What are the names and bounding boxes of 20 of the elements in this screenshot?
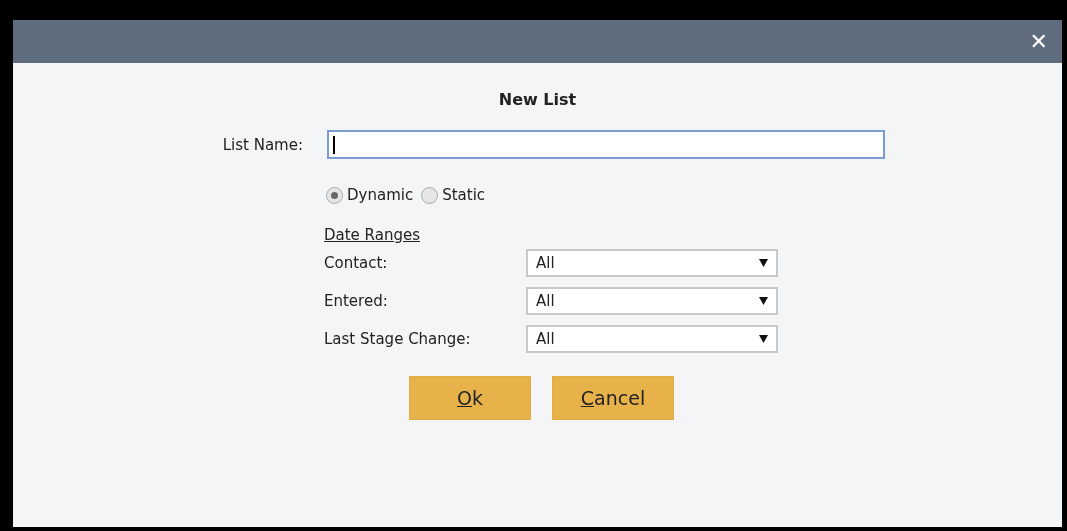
dialog-button[interactable]: Cancel [552, 376, 674, 420]
list-name-field[interactable] [327, 130, 885, 159]
dropdown-arrow-icon [759, 259, 768, 267]
field-label: Contact: [324, 254, 389, 272]
field-label: Last Stage Change: [324, 330, 472, 348]
dropdown[interactable]: All [526, 325, 778, 353]
field-label: Entered: [324, 292, 389, 310]
radio-label[interactable]: Static [442, 186, 486, 204]
close-button[interactable]: ✕ [1029, 30, 1048, 53]
dropdown[interactable]: All [526, 287, 778, 315]
dropdown[interactable]: All [526, 249, 778, 277]
radio-button[interactable] [421, 186, 439, 204]
dropdown-arrow-icon [759, 335, 768, 343]
dropdown-arrow-icon [759, 297, 768, 305]
list-name-label: List Name: [221, 135, 303, 154]
radio-label[interactable]: Dynamic [347, 186, 414, 204]
date-ranges-heading: Date Ranges [324, 226, 420, 244]
radio-button[interactable] [326, 186, 343, 204]
dialog-button[interactable]: Ok [409, 376, 531, 420]
dialog-title: New List [497, 90, 578, 109]
